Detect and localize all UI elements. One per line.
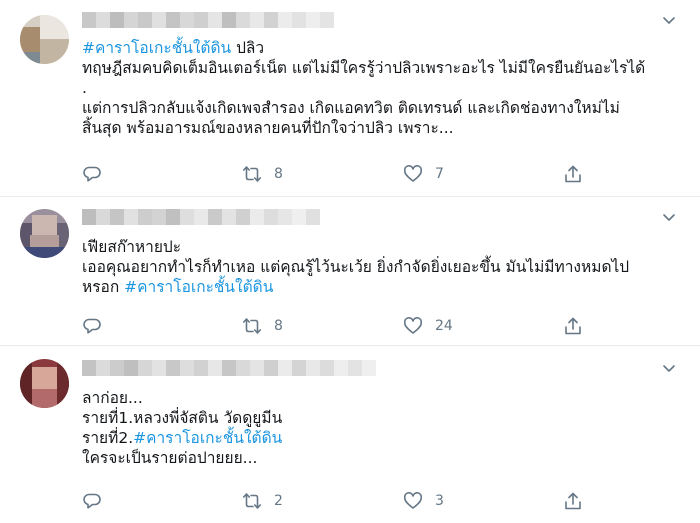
tweet-line: . <box>82 79 87 97</box>
share-icon <box>565 492 581 510</box>
tweet-2[interactable]: เฟียสก๊าหายปะ เออคุณอยากทำไรก็ทำเหอ แต่ค… <box>0 197 700 346</box>
reply-button[interactable] <box>82 163 102 185</box>
share-button[interactable] <box>563 315 583 337</box>
tweet-line: เฟียสก๊าหายปะ <box>82 238 182 256</box>
tweet-line: หรอก #คาราโอเกะชั้นใต้ดิน <box>82 278 274 296</box>
tweet-text: ลาก่อย... รายที่1.หลวงพี่จัสติน วัดดูยูม… <box>82 388 682 468</box>
retweet-count: 8 <box>274 166 283 182</box>
tweet-line: ใครจะเป็นรายต่อปายยย... <box>82 449 258 467</box>
tweet-text: #คาราโอเกะชั้นใต้ดิน ปลิว ทฤษฎีสมคบคิดเต… <box>82 38 682 138</box>
chevron-down-icon[interactable] <box>662 209 676 223</box>
tweet-line: รายที่2.#คาราโอเกะชั้นใต้ดิน <box>82 429 283 447</box>
tweet-1[interactable]: #คาราโอเกะชั้นใต้ดิน ปลิว ทฤษฎีสมคบคิดเต… <box>0 0 700 197</box>
tweet-text: เฟียสก๊าหายปะ เออคุณอยากทำไรก็ทำเหอ แต่ค… <box>82 237 682 297</box>
like-icon <box>403 317 423 334</box>
tweet-actions: 8 24 <box>82 315 602 337</box>
reply-button[interactable] <box>82 315 102 337</box>
tweet-actions: 2 3 <box>82 490 602 512</box>
hashtag-link[interactable]: #คาราโอเกะชั้นใต้ดิน <box>124 278 273 296</box>
like-count: 7 <box>435 166 444 182</box>
author-name-blurred[interactable] <box>82 209 320 225</box>
like-icon <box>403 492 423 509</box>
author-name-blurred[interactable] <box>82 360 376 376</box>
avatar[interactable] <box>20 209 69 258</box>
share-icon <box>565 165 581 183</box>
share-button[interactable] <box>563 490 583 512</box>
reply-icon <box>83 166 101 182</box>
like-count: 24 <box>435 318 453 334</box>
tweet-line: สิ้นสุด พร้อมอารมณ์ของหลายคนที่ปักใจว่าป… <box>82 119 454 137</box>
tweet-line: ทฤษฎีสมคบคิดเต็มอินเตอร์เน็ต แต่ไม่มีใคร… <box>82 59 646 77</box>
tweet-line: รายที่1.หลวงพี่จัสติน วัดดูยูมีน <box>82 409 283 427</box>
retweet-count: 8 <box>274 318 283 334</box>
retweet-button[interactable]: 8 <box>242 315 283 337</box>
retweet-button[interactable]: 8 <box>242 163 283 185</box>
avatar[interactable] <box>20 359 69 408</box>
like-button[interactable]: 3 <box>403 490 444 512</box>
retweet-count: 2 <box>274 493 283 509</box>
retweet-icon <box>243 493 261 509</box>
tweet-3[interactable]: ลาก่อย... รายที่1.หลวงพี่จัสติน วัดดูยูม… <box>0 346 700 523</box>
chevron-down-icon[interactable] <box>662 12 676 26</box>
chevron-down-icon[interactable] <box>662 360 676 374</box>
reply-icon <box>83 318 101 334</box>
retweet-icon <box>243 166 261 182</box>
reply-button[interactable] <box>82 490 102 512</box>
like-button[interactable]: 7 <box>403 163 444 185</box>
share-icon <box>565 317 581 335</box>
retweet-icon <box>243 318 261 334</box>
hashtag-link[interactable]: #คาราโอเกะชั้นใต้ดิน <box>133 429 282 447</box>
like-count: 3 <box>435 493 444 509</box>
tweet-line: #คาราโอเกะชั้นใต้ดิน ปลิว <box>82 39 265 57</box>
share-button[interactable] <box>563 163 583 185</box>
hashtag-link[interactable]: #คาราโอเกะชั้นใต้ดิน <box>82 39 231 57</box>
avatar[interactable] <box>20 15 69 64</box>
tweet-actions: 8 7 <box>82 163 602 185</box>
author-name-blurred[interactable] <box>82 12 334 28</box>
tweet-line: ลาก่อย... <box>82 389 143 407</box>
like-icon <box>403 165 423 182</box>
like-button[interactable]: 24 <box>403 315 453 337</box>
retweet-button[interactable]: 2 <box>242 490 283 512</box>
tweet-line: เออคุณอยากทำไรก็ทำเหอ แต่คุณรู้ไว้นะเว้ย… <box>82 258 630 276</box>
reply-icon <box>83 493 101 509</box>
tweet-line: แต่การปลิวกลับแจ้งเกิดเพจสำรอง เกิดแอคทว… <box>82 99 620 117</box>
